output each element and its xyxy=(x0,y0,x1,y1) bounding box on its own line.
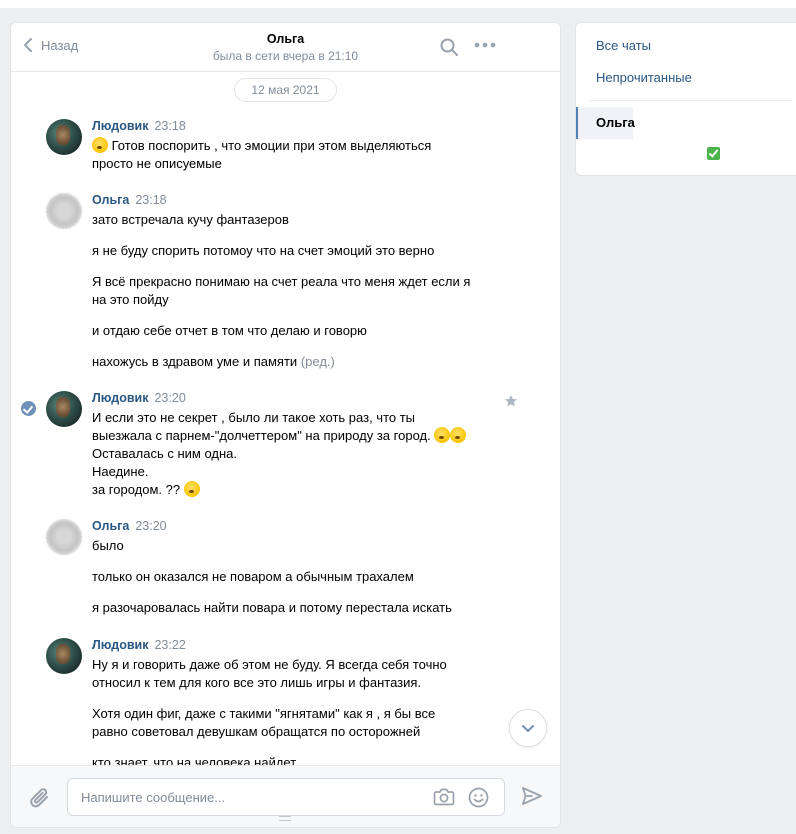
emoji-icon xyxy=(92,137,108,153)
resize-handle[interactable] xyxy=(279,816,291,821)
message-text: И если это не секрет , было ли такое хот… xyxy=(92,410,416,425)
message-text: нахожусь в здравом уме и памяти (ред.) xyxy=(92,354,335,369)
chevron-down-icon xyxy=(522,724,534,732)
message-author-line: Людовик 23:20 xyxy=(92,391,186,405)
message-author-line: Ольга 23:20 xyxy=(92,519,167,533)
message-text: относил к тем для кого все это лишь игры… xyxy=(92,675,422,690)
message-text: было xyxy=(92,538,124,553)
divider xyxy=(590,100,792,101)
avatar[interactable] xyxy=(46,519,82,555)
send-icon[interactable] xyxy=(521,786,543,806)
message-time[interactable]: 23:18 xyxy=(154,119,185,133)
message-time[interactable]: 23:22 xyxy=(154,638,185,652)
checkmark-icon xyxy=(707,147,720,160)
message-time[interactable]: 23:20 xyxy=(135,519,166,533)
message-text: Я всё прекрасно понимаю на счет реала чт… xyxy=(92,274,471,289)
message-time[interactable]: 23:18 xyxy=(135,193,166,207)
star-icon[interactable] xyxy=(504,394,518,408)
folder-unread[interactable]: Непрочитанные xyxy=(596,70,692,85)
emoji-icon xyxy=(450,427,467,443)
author-name[interactable]: Людовик xyxy=(92,391,148,405)
message-time[interactable]: 23:20 xyxy=(154,391,185,405)
date-separator: 12 мая 2021 xyxy=(234,78,337,102)
active-chat-item[interactable]: Ольга xyxy=(576,107,635,139)
clipped-text-fragment xyxy=(91,72,431,74)
message-history[interactable]: 12 мая 2021 Людовик 23:18 Готов поспорить… xyxy=(11,72,560,765)
message-text: кто знает. что на человека найдет xyxy=(92,755,297,765)
chat-folders-panel: Все чаты Непрочитанные Ольга xyxy=(575,22,796,176)
more-icon[interactable] xyxy=(474,42,496,48)
peer-status: была в сети вчера в 21:10 xyxy=(212,49,359,63)
author-name[interactable]: Людовик xyxy=(92,638,148,652)
message-text: Наедине. xyxy=(92,464,149,479)
paperclip-icon[interactable] xyxy=(29,786,51,810)
chat-panel: Назад Ольга была в сети вчера в 21:10 12… xyxy=(10,22,561,828)
selected-check-icon[interactable] xyxy=(21,401,36,416)
search-icon[interactable] xyxy=(439,37,459,57)
author-name[interactable]: Людовик xyxy=(92,119,148,133)
message-text: равно советовал девушкам обращатся по ос… xyxy=(92,724,421,739)
message-text: я разочаровалась найти повара и потому п… xyxy=(92,600,452,615)
message-text: выезжала с парнем-"долчеттером" на приро… xyxy=(92,427,492,445)
message-text: только он оказался не поваром а обычным … xyxy=(92,569,414,584)
avatar[interactable] xyxy=(46,193,82,229)
emoji-icon xyxy=(434,427,451,443)
avatar[interactable] xyxy=(46,119,82,155)
edited-label: (ред.) xyxy=(300,354,335,369)
top-bar xyxy=(0,0,796,8)
message-text: и отдаю себе отчет в том что делаю и гов… xyxy=(92,323,367,338)
message-author-line: Людовик 23:18 xyxy=(92,119,186,133)
smile-icon[interactable] xyxy=(468,787,489,808)
message-input[interactable] xyxy=(68,779,418,815)
camera-icon[interactable] xyxy=(433,787,455,807)
author-name[interactable]: Ольга xyxy=(92,193,129,207)
message-input-box[interactable] xyxy=(67,778,505,816)
message-text: за городом. ?? xyxy=(92,481,492,499)
message-text: Готов поспорить , что эмоции при этом вы… xyxy=(92,137,492,155)
message-text: Хотя один фиг, даже с такими "ягнятами" … xyxy=(92,706,436,721)
message-text: Ну я и говорить даже об этом не буду. Я … xyxy=(92,657,447,672)
folder-all-chats[interactable]: Все чаты xyxy=(596,38,651,53)
message-text: Оставалась с ним одна. xyxy=(92,446,237,461)
avatar[interactable] xyxy=(46,638,82,674)
message-author-line: Людовик 23:22 xyxy=(92,638,186,652)
active-chat-name: Ольга xyxy=(596,115,635,130)
message-text: зато встречала кучу фантазеров xyxy=(92,212,289,227)
message-text: на это пойду xyxy=(92,292,169,307)
message-text: я не буду спорить потомоу что на счет эм… xyxy=(92,243,435,258)
message-author-line: Ольга 23:18 xyxy=(92,193,167,207)
avatar[interactable] xyxy=(46,391,82,427)
emoji-icon xyxy=(183,481,200,497)
chat-header: Назад Ольга была в сети вчера в 21:10 xyxy=(11,23,560,72)
scroll-down-button[interactable] xyxy=(509,709,547,747)
message-text: просто не описуемые xyxy=(92,156,222,171)
author-name[interactable]: Ольга xyxy=(92,519,129,533)
